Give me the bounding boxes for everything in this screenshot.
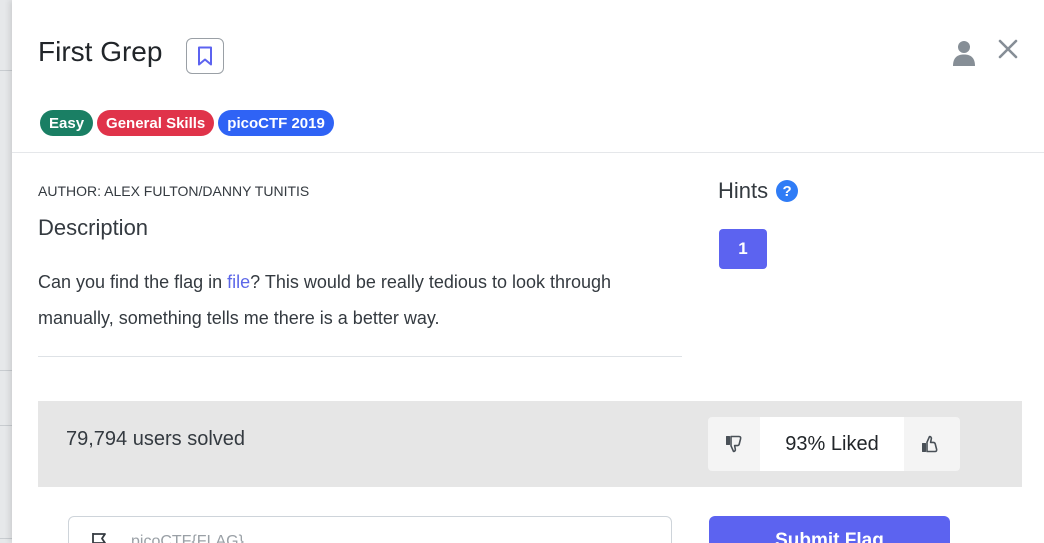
submit-flag-button[interactable]: Submit Flag [709,516,950,543]
flag-input[interactable] [129,527,633,543]
description-text: Can you find the flag in file? This woul… [38,264,678,336]
header-divider [12,152,1044,153]
author-label: AUTHOR: ALEX FULTON/DANNY TUNITIS [38,183,310,199]
bookmark-button[interactable] [186,38,224,74]
thumbs-up-icon [922,435,938,453]
description-divider [38,356,682,357]
tag-list: Easy General Skills picoCTF 2019 [40,110,334,136]
difficulty-badge[interactable]: Easy [40,110,94,136]
hints-header: Hints ? [718,178,799,204]
like-button[interactable] [904,417,956,471]
hint-button-1[interactable]: 1 [719,229,767,269]
challenge-title: First Grep [38,36,163,67]
solved-count: 79,794 users solved [66,428,246,450]
hints-title: Hints [718,178,769,203]
flag-icon [92,533,106,543]
rating-group: 93% Liked [708,417,960,471]
event-badge[interactable]: picoCTF 2019 [218,110,334,136]
challenge-modal: First Grep Easy General Skills picoCTF 2… [12,0,1044,543]
flag-field[interactable] [68,516,672,543]
description-heading: Description [38,215,149,240]
file-link[interactable]: file [227,272,250,292]
help-icon[interactable]: ? [776,180,799,202]
close-icon[interactable] [997,38,1019,65]
description-text-before: Can you find the flag in [38,272,228,292]
liked-percentage: 93% Liked [760,417,904,471]
user-icon[interactable] [952,40,976,71]
category-badge[interactable]: General Skills [97,110,215,136]
dislike-button[interactable] [708,417,760,471]
stats-bar: 79,794 users solved 93% Liked [38,401,1022,487]
thumbs-down-icon [726,435,742,453]
bookmark-icon [198,46,212,66]
